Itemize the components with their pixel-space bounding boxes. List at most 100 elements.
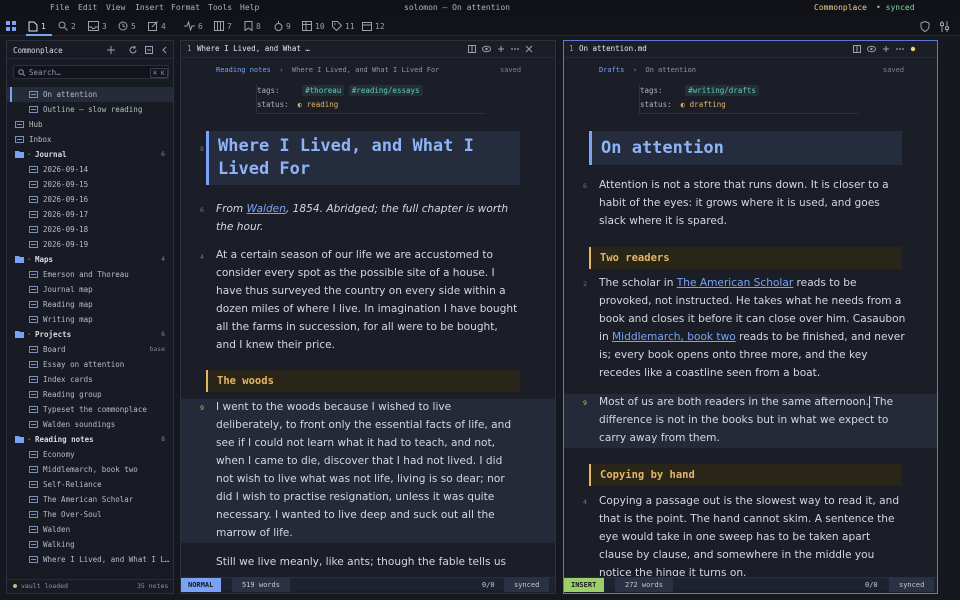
sidebar-note[interactable]: Hub [7, 117, 173, 132]
folder-count: 6 [161, 330, 165, 338]
toolbar-calendar-button[interactable]: 12 [362, 19, 385, 33]
tag-chip[interactable]: #thoreau [302, 85, 345, 96]
sidebar-note[interactable]: Index cards [7, 372, 173, 387]
search-input[interactable]: Search… [29, 68, 61, 77]
sidebar-note[interactable]: Walking [7, 537, 173, 552]
sidebar-note[interactable]: Middlemarch, book two [7, 462, 173, 477]
sidebar-note[interactable]: Where I Lived, and What I L… [7, 552, 173, 567]
sidebar-note[interactable]: Board base [7, 342, 173, 357]
sidebar-note[interactable]: Walden soundings [7, 417, 173, 432]
sidebar-note[interactable]: 2026-09-17 [7, 207, 173, 222]
toolbar-count: 8 [256, 21, 261, 31]
wikilink[interactable]: Middlemarch, book two [612, 331, 736, 343]
menu-edit[interactable]: Edit [78, 3, 97, 12]
sidebar-note[interactable]: Self-Reliance [7, 477, 173, 492]
chevron-down-icon[interactable]: · [27, 432, 32, 447]
toolbar-table-button[interactable]: 10 [302, 19, 325, 33]
workspace-name[interactable]: Commonplace [814, 3, 867, 12]
sidebar-note[interactable]: Writing map [7, 312, 173, 327]
folder-count: 6 [161, 150, 165, 158]
sidebar-note[interactable]: Emerson and Thoreau [7, 267, 173, 282]
sidebar-folder[interactable]: · Maps 4 [7, 252, 173, 267]
toolbar-tags-button[interactable]: 11 [332, 19, 355, 33]
sidebar-note[interactable]: On attention [7, 87, 173, 102]
toolbar-history-button[interactable]: 5 [118, 19, 136, 33]
sidebar-folder[interactable]: · Projects 6 [7, 327, 173, 342]
sidebar-note[interactable]: Reading map [7, 297, 173, 312]
status-value[interactable]: drafting [690, 100, 726, 109]
breadcrumb-note: On attention [645, 66, 696, 74]
toolbar-count: 2 [71, 21, 76, 31]
sidebar-note[interactable]: Essay on attention [7, 357, 173, 372]
menu-format[interactable]: Format [171, 3, 200, 12]
sidebar-note[interactable]: 2026-09-14 [7, 162, 173, 177]
sidebar-note[interactable]: Outline — slow reading [7, 102, 173, 117]
toolbar-edit-button[interactable]: 4 [148, 19, 166, 33]
wikilink[interactable]: The American Scholar [677, 277, 793, 289]
chevron-down-icon[interactable]: · [27, 327, 32, 342]
tree-item-label: Middlemarch, book two [43, 465, 138, 474]
tag-chip[interactable]: #reading/essays [348, 85, 423, 96]
toolbar-activity-button[interactable]: 6 [184, 19, 203, 33]
tag-chip[interactable]: #writing/drafts [685, 85, 759, 96]
vim-mode-badge: INSERT [563, 578, 605, 592]
sidebar-note[interactable]: 2026-09-19 [7, 237, 173, 252]
menu-view[interactable]: View [106, 3, 125, 12]
sidebar-note[interactable]: Reading group [7, 387, 173, 402]
sidebar-note[interactable]: Economy [7, 447, 173, 462]
close-icon[interactable] [525, 45, 533, 53]
note-icon [29, 511, 38, 518]
link-icon[interactable] [497, 45, 505, 53]
close-sidebar-icon[interactable] [161, 46, 169, 54]
sidebar-note[interactable]: The American Scholar [7, 492, 173, 507]
toolbar-search-button[interactable]: 2 [58, 19, 76, 33]
toolbar-board-button[interactable]: 7 [214, 19, 232, 33]
wikilink[interactable]: Walden [247, 203, 286, 215]
toolbar-timer-button[interactable]: 9 [274, 19, 291, 33]
line-number: 2 [583, 280, 587, 288]
sidebar-search[interactable]: Search… ⌘ K [13, 65, 169, 79]
sidebar-note[interactable]: Inbox [7, 132, 173, 147]
refresh-icon[interactable] [129, 46, 137, 54]
preview-eye-icon[interactable] [482, 45, 491, 53]
split-view-icon[interactable] [468, 45, 476, 53]
sidebar-note[interactable]: 2026-09-16 [7, 192, 173, 207]
toolbar-settings-button[interactable] [940, 19, 949, 33]
sidebar-note[interactable]: The Over-Soul [7, 507, 173, 522]
more-icon[interactable] [511, 45, 519, 53]
layout-grid-button[interactable] [6, 19, 16, 33]
paragraph: I went to the woods because I wished to … [216, 401, 512, 539]
menu-help[interactable]: Help [240, 3, 259, 12]
collapse-all-icon[interactable] [145, 46, 153, 54]
sidebar-note[interactable]: Walden [7, 522, 173, 537]
status-value[interactable]: reading [307, 100, 339, 109]
more-icon[interactable] [896, 45, 904, 53]
menu-tools[interactable]: Tools [208, 3, 232, 12]
tag-icon [332, 21, 342, 31]
sidebar-note[interactable]: 2026-09-15 [7, 177, 173, 192]
fm-key: status: [640, 100, 672, 109]
preview-eye-icon[interactable] [867, 45, 876, 53]
toolbar-inbox-button[interactable]: 3 [88, 19, 107, 33]
breadcrumb-folder[interactable]: Reading notes [216, 66, 271, 74]
menu-insert[interactable]: Insert [135, 3, 164, 12]
note-icon [29, 166, 38, 173]
search-icon [58, 21, 68, 31]
sidebar-folder[interactable]: · Reading notes 8 [7, 432, 173, 447]
link-icon[interactable] [882, 45, 890, 53]
activity-icon [184, 21, 195, 31]
chevron-down-icon[interactable]: · [27, 252, 32, 267]
new-note-icon[interactable] [107, 46, 115, 54]
toolbar-shield-button[interactable] [920, 19, 930, 33]
toolbar-bookmark-button[interactable]: 8 [244, 19, 261, 33]
sidebar-note[interactable]: Typeset the commonplace [7, 402, 173, 417]
menu-file[interactable]: File [50, 3, 69, 12]
toolbar-count: 5 [131, 21, 136, 31]
split-view-icon[interactable] [853, 45, 861, 53]
sidebar-note[interactable]: Journal map [7, 282, 173, 297]
toolbar-files-button[interactable]: 1 [28, 19, 46, 33]
sidebar-note[interactable]: 2026-09-18 [7, 222, 173, 237]
sidebar-folder[interactable]: · Journal 6 [7, 147, 173, 162]
chevron-down-icon[interactable]: · [27, 147, 32, 162]
breadcrumb-folder[interactable]: Drafts [599, 66, 624, 74]
